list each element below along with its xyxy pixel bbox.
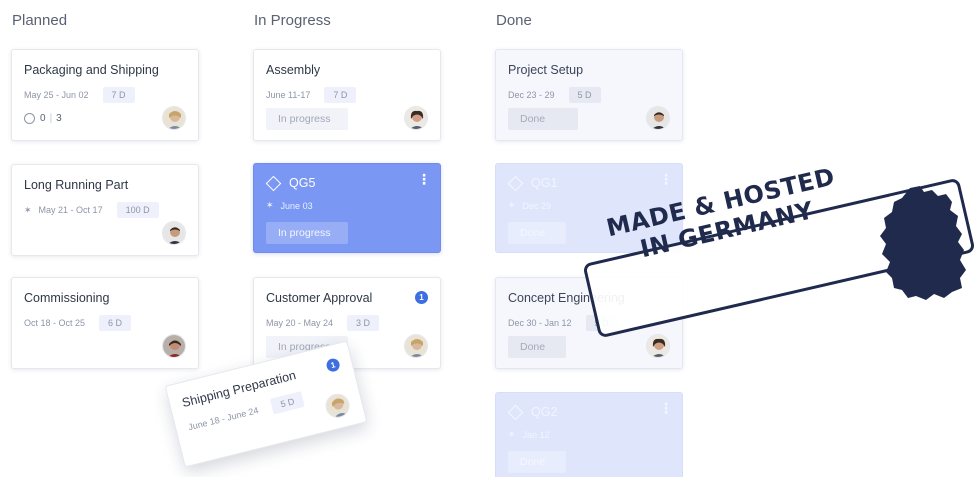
more-options-icon[interactable]: ⋮ xyxy=(417,172,431,186)
milestone-title: QG1 xyxy=(507,175,558,191)
task-dates: Oct 18 - Oct 25 xyxy=(24,318,86,328)
task-meta: May 20 - May 24 3 D xyxy=(266,315,380,331)
milestone-date: June 03 xyxy=(280,200,313,211)
duration-badge: 5 D xyxy=(568,87,601,103)
status-button[interactable]: Done xyxy=(508,108,578,130)
task-dates: May 25 - Jun 02 xyxy=(24,90,89,100)
avatar[interactable] xyxy=(162,334,186,358)
germany-map-icon xyxy=(880,186,966,300)
avatar[interactable] xyxy=(404,106,428,130)
pin-icon: ✶ xyxy=(508,429,516,439)
task-meta: June 11-17 7 D xyxy=(266,87,357,103)
milestone-diamond-icon xyxy=(265,175,282,191)
checklist-counter[interactable]: 0 | 3 xyxy=(24,113,62,124)
duration-badge: 5 D xyxy=(269,391,305,415)
status-button[interactable]: Done xyxy=(508,222,566,244)
avatar[interactable] xyxy=(646,334,670,358)
status-button[interactable]: In progress xyxy=(266,222,348,244)
milestone-diamond-icon xyxy=(507,404,524,420)
task-card-packaging[interactable]: Packaging and Shipping May 25 - Jun 02 7… xyxy=(11,49,199,141)
duration-badge: 3 D xyxy=(347,315,380,331)
column-title-in-progress: In Progress xyxy=(254,12,331,29)
task-card-commissioning[interactable]: Commissioning Oct 18 - Oct 25 6 D xyxy=(11,277,199,369)
task-dates: June 18 - June 24 xyxy=(187,405,260,433)
avatar[interactable] xyxy=(323,391,353,421)
made-in-germany-stamp: MADE & HOSTED IN GERMANY xyxy=(578,163,975,339)
milestone-date: Jan 12 xyxy=(522,429,550,440)
pin-icon: ✶ xyxy=(266,200,274,210)
duration-badge: 6 D xyxy=(99,315,132,331)
duration-badge: 7 D xyxy=(102,87,135,103)
notification-count[interactable]: 1 xyxy=(325,357,341,373)
milestone-card-qg5[interactable]: QG5 ⋮ ✶ June 03 In progress xyxy=(253,163,441,253)
milestone-card-qg2[interactable]: QG2 ⋮ ✶ Jan 12 Done xyxy=(495,392,683,477)
checklist-done: 0 xyxy=(40,113,46,124)
pin-icon: ✶ xyxy=(508,200,516,210)
task-title: Packaging and Shipping xyxy=(24,63,159,77)
task-dates: Dec 23 - 29 xyxy=(508,90,555,100)
status-button[interactable]: Done xyxy=(508,451,566,473)
more-options-icon[interactable]: ⋮ xyxy=(659,401,673,415)
milestone-title: QG2 xyxy=(507,404,558,420)
status-button[interactable]: In progress xyxy=(266,108,348,130)
task-meta: Dec 23 - 29 5 D xyxy=(508,87,601,103)
milestone-label: QG5 xyxy=(289,176,316,190)
duration-badge: 100 D xyxy=(116,202,159,218)
task-title: Long Running Part xyxy=(24,178,129,192)
avatar[interactable] xyxy=(646,106,670,130)
task-dates: May 20 - May 24 xyxy=(266,318,334,328)
task-title: Commissioning xyxy=(24,291,110,305)
task-dates: June 11-17 xyxy=(266,90,311,100)
task-dates: Dec 30 - Jan 12 xyxy=(508,318,572,328)
task-meta: Oct 18 - Oct 25 6 D xyxy=(24,315,132,331)
checklist-icon xyxy=(24,113,35,124)
checklist-total: 3 xyxy=(56,113,62,124)
milestone-label: QG2 xyxy=(531,405,558,419)
status-button[interactable]: Done xyxy=(508,336,566,358)
pin-icon: ✶ xyxy=(24,204,32,215)
column-title-planned: Planned xyxy=(12,12,68,29)
task-dates: May 21 - Oct 17 xyxy=(38,205,103,215)
task-title: Assembly xyxy=(266,63,321,77)
avatar[interactable] xyxy=(162,106,186,130)
milestone-date: Dec 29 xyxy=(522,200,552,211)
task-card-project-setup[interactable]: Project Setup Dec 23 - 29 5 D Done xyxy=(495,49,683,141)
task-meta: ✶ May 21 - Oct 17 100 D xyxy=(24,202,159,218)
milestone-label: QG1 xyxy=(531,176,558,190)
task-card-assembly[interactable]: Assembly June 11-17 7 D In progress xyxy=(253,49,441,141)
avatar[interactable] xyxy=(162,221,186,245)
task-card-long-running[interactable]: Long Running Part ✶ May 21 - Oct 17 100 … xyxy=(11,164,199,256)
task-meta: May 25 - Jun 02 7 D xyxy=(24,87,135,103)
milestone-title: QG5 xyxy=(265,175,316,191)
task-title: Customer Approval xyxy=(266,291,373,305)
avatar[interactable] xyxy=(404,334,428,358)
milestone-meta: ✶ Dec 29 xyxy=(508,200,551,211)
milestone-diamond-icon xyxy=(507,175,524,191)
notification-count[interactable]: 1 xyxy=(415,291,428,304)
column-title-done: Done xyxy=(496,12,532,29)
duration-badge: 7 D xyxy=(324,87,357,103)
milestone-meta: ✶ Jan 12 xyxy=(508,429,550,440)
task-title: Project Setup xyxy=(508,63,584,77)
milestone-meta: ✶ June 03 xyxy=(266,200,313,211)
